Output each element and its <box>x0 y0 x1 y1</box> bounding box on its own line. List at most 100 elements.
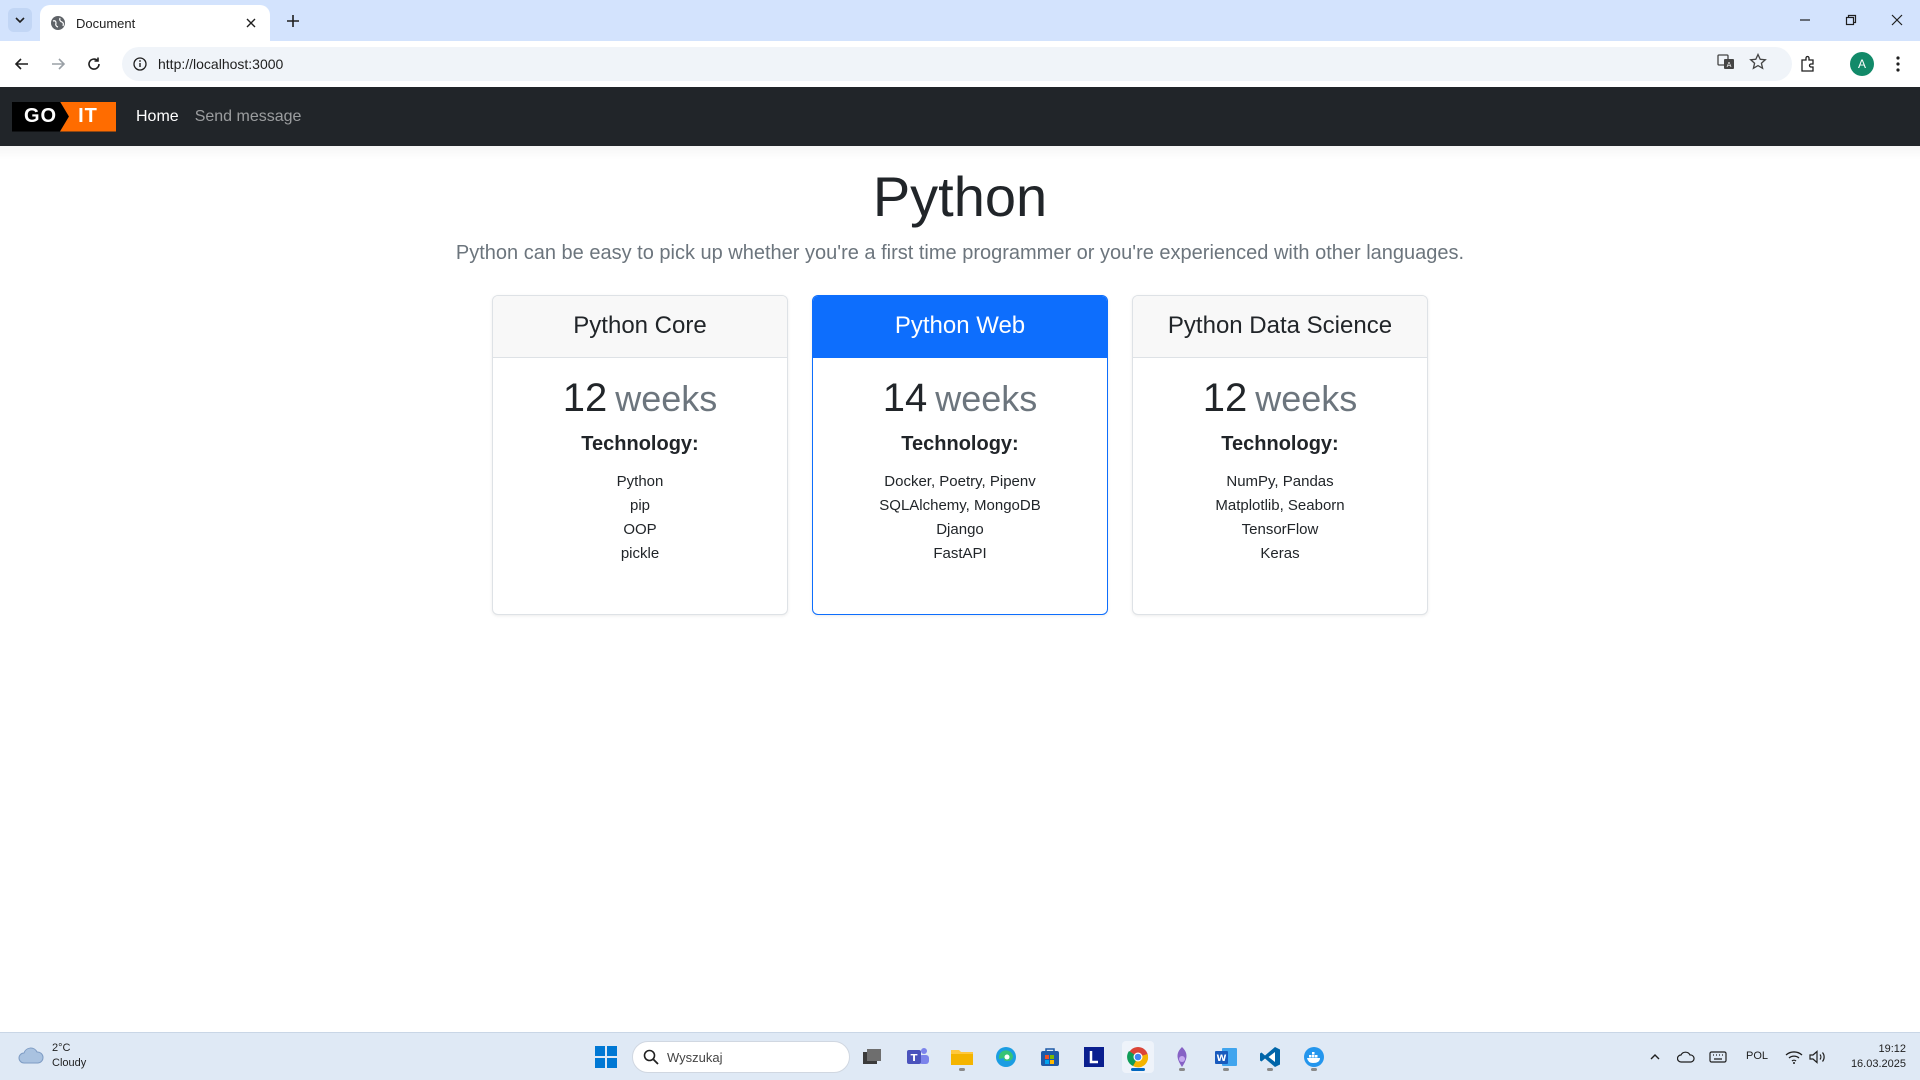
logo-go: GO <box>12 101 69 132</box>
close-tab-icon[interactable] <box>242 14 260 32</box>
technology-item: OOP <box>623 520 657 538</box>
url-text[interactable]: http://localhost:3000 <box>158 56 283 72</box>
onedrive-icon[interactable] <box>1676 1047 1696 1067</box>
wifi-icon[interactable] <box>1784 1047 1804 1067</box>
word-icon[interactable]: W <box>1210 1041 1242 1073</box>
technology-item: Keras <box>1260 544 1300 562</box>
technology-list: Python pip OOP pickle <box>493 470 787 566</box>
card-body: 14 weeks Technology: Docker, Poetry, Pipe… <box>813 358 1107 566</box>
reload-icon <box>88 57 100 70</box>
duration-number: 14 <box>882 375 928 420</box>
windows-logo-icon <box>595 1046 617 1068</box>
close-window-button[interactable] <box>1882 8 1912 32</box>
visual-studio-icon[interactable] <box>1166 1041 1198 1073</box>
taskbar-search[interactable]: Wyszukaj <box>632 1041 850 1073</box>
windows-taskbar: 2°C Cloudy Wyszukaj T W POL 19:12 16.03.… <box>0 1032 1920 1080</box>
technology-item: Matplotlib, Seaborn <box>1215 496 1345 514</box>
nav-link-send-message[interactable]: Send message <box>195 108 302 126</box>
technology-item: TensorFlow <box>1241 520 1319 538</box>
duration-number: 12 <box>562 375 608 420</box>
technology-heading: Technology: <box>581 432 699 455</box>
info-icon[interactable] <box>130 54 150 74</box>
edge-icon[interactable] <box>990 1041 1022 1073</box>
start-button[interactable] <box>590 1041 622 1073</box>
svg-text:T: T <box>911 1053 918 1064</box>
weather-widget[interactable]: 2°C Cloudy <box>18 1041 86 1071</box>
minimize-icon <box>1800 19 1810 21</box>
minimize-button[interactable] <box>1790 8 1820 32</box>
page-viewport: GO IT Home Send message Python Python ca… <box>0 87 1920 1032</box>
store-icon[interactable] <box>1034 1041 1066 1073</box>
bookmark-star-icon[interactable] <box>1746 50 1770 74</box>
volume-icon[interactable] <box>1808 1047 1828 1067</box>
extensions-icon[interactable] <box>1796 52 1820 76</box>
site-navbar: GO IT Home Send message <box>0 87 1920 146</box>
card-title: Python Core <box>493 295 787 358</box>
course-duration: 12 weeks <box>493 376 787 421</box>
tab-search-button[interactable] <box>8 8 32 32</box>
technology-item: NumPy, Pandas <box>1226 472 1334 490</box>
running-indicator <box>959 1068 965 1071</box>
restore-button[interactable] <box>1836 8 1866 32</box>
translate-icon[interactable]: A <box>1714 50 1738 74</box>
card-body: 12 weeks Technology: NumPy, Pandas Matplo… <box>1133 358 1427 566</box>
forward-button[interactable] <box>46 52 70 76</box>
duration-unit: weeks <box>935 377 1038 419</box>
weather-temperature: 2°C <box>52 1042 71 1054</box>
duration-unit: weeks <box>1255 377 1358 419</box>
keyboard-icon[interactable] <box>1708 1047 1728 1067</box>
technology-heading: Technology: <box>1221 432 1339 455</box>
goit-logo[interactable]: GO IT <box>12 101 116 132</box>
technology-item: Django <box>936 520 984 538</box>
hero-section: Python Python can be easy to pick up whe… <box>0 146 1920 615</box>
course-card-python-core: Python Core 12 weeks Technology: Python p… <box>492 294 788 615</box>
address-bar[interactable]: http://localhost:3000 <box>122 47 1792 81</box>
task-view-icon[interactable] <box>856 1041 888 1073</box>
svg-text:A: A <box>1727 61 1732 69</box>
technology-item: pip <box>629 496 651 514</box>
more-menu-icon[interactable] <box>1886 52 1910 76</box>
search-icon <box>643 1049 659 1065</box>
globe-icon <box>51 16 65 30</box>
input-language[interactable]: POL <box>1746 1050 1768 1062</box>
technology-list: NumPy, Pandas Matplotlib, Seaborn Tensor… <box>1133 470 1427 566</box>
browser-toolbar: http://localhost:3000 A A <box>0 41 1920 87</box>
technology-item: SQLAlchemy, MongoDB <box>879 496 1041 514</box>
technology-item: Docker, Poetry, Pipenv <box>884 472 1036 490</box>
file-explorer-icon[interactable] <box>946 1041 978 1073</box>
course-card-python-web: Python Web 14 weeks Technology: Docker, P… <box>812 294 1108 615</box>
nav-link-home[interactable]: Home <box>136 108 179 126</box>
search-placeholder: Wyszukaj <box>667 1049 723 1065</box>
technology-heading: Technology: <box>901 432 1019 455</box>
reload-button[interactable] <box>82 52 106 76</box>
course-card-python-data-science: Python Data Science 12 weeks Technology: … <box>1132 294 1428 615</box>
card-title: Python Data Science <box>1133 295 1427 358</box>
page-title: Python <box>872 165 1048 228</box>
restore-icon <box>1845 14 1857 26</box>
back-button[interactable] <box>10 52 34 76</box>
running-indicator <box>1223 1068 1229 1071</box>
course-duration: 14 weeks <box>813 376 1107 421</box>
docker-desktop-icon[interactable] <box>1298 1041 1330 1073</box>
chrome-icon[interactable] <box>1122 1041 1154 1073</box>
profile-avatar[interactable]: A <box>1850 52 1874 76</box>
technology-list: Docker, Poetry, Pipenv SQLAlchemy, Mongo… <box>813 470 1107 566</box>
new-tab-button[interactable] <box>282 10 304 32</box>
technology-item: pickle <box>620 544 660 562</box>
svg-text:W: W <box>1217 1054 1227 1064</box>
browser-tabstrip: Document <box>0 0 1920 41</box>
vscode-icon[interactable] <box>1254 1041 1286 1073</box>
arrow-left-icon <box>14 58 28 70</box>
taskbar-clock[interactable]: 19:12 16.03.2025 <box>1840 1042 1906 1072</box>
technology-item: FastAPI <box>933 544 987 562</box>
active-indicator <box>1131 1068 1145 1071</box>
course-duration: 12 weeks <box>1133 376 1427 421</box>
chevron-up-icon[interactable] <box>1645 1047 1665 1067</box>
running-indicator <box>1179 1068 1185 1071</box>
duration-unit: weeks <box>615 377 718 419</box>
browser-tab[interactable]: Document <box>40 5 270 41</box>
teams-icon[interactable]: T <box>902 1041 934 1073</box>
card-title: Python Web <box>813 295 1107 358</box>
arrow-right-icon <box>52 58 66 70</box>
lex-app-icon[interactable] <box>1078 1041 1110 1073</box>
